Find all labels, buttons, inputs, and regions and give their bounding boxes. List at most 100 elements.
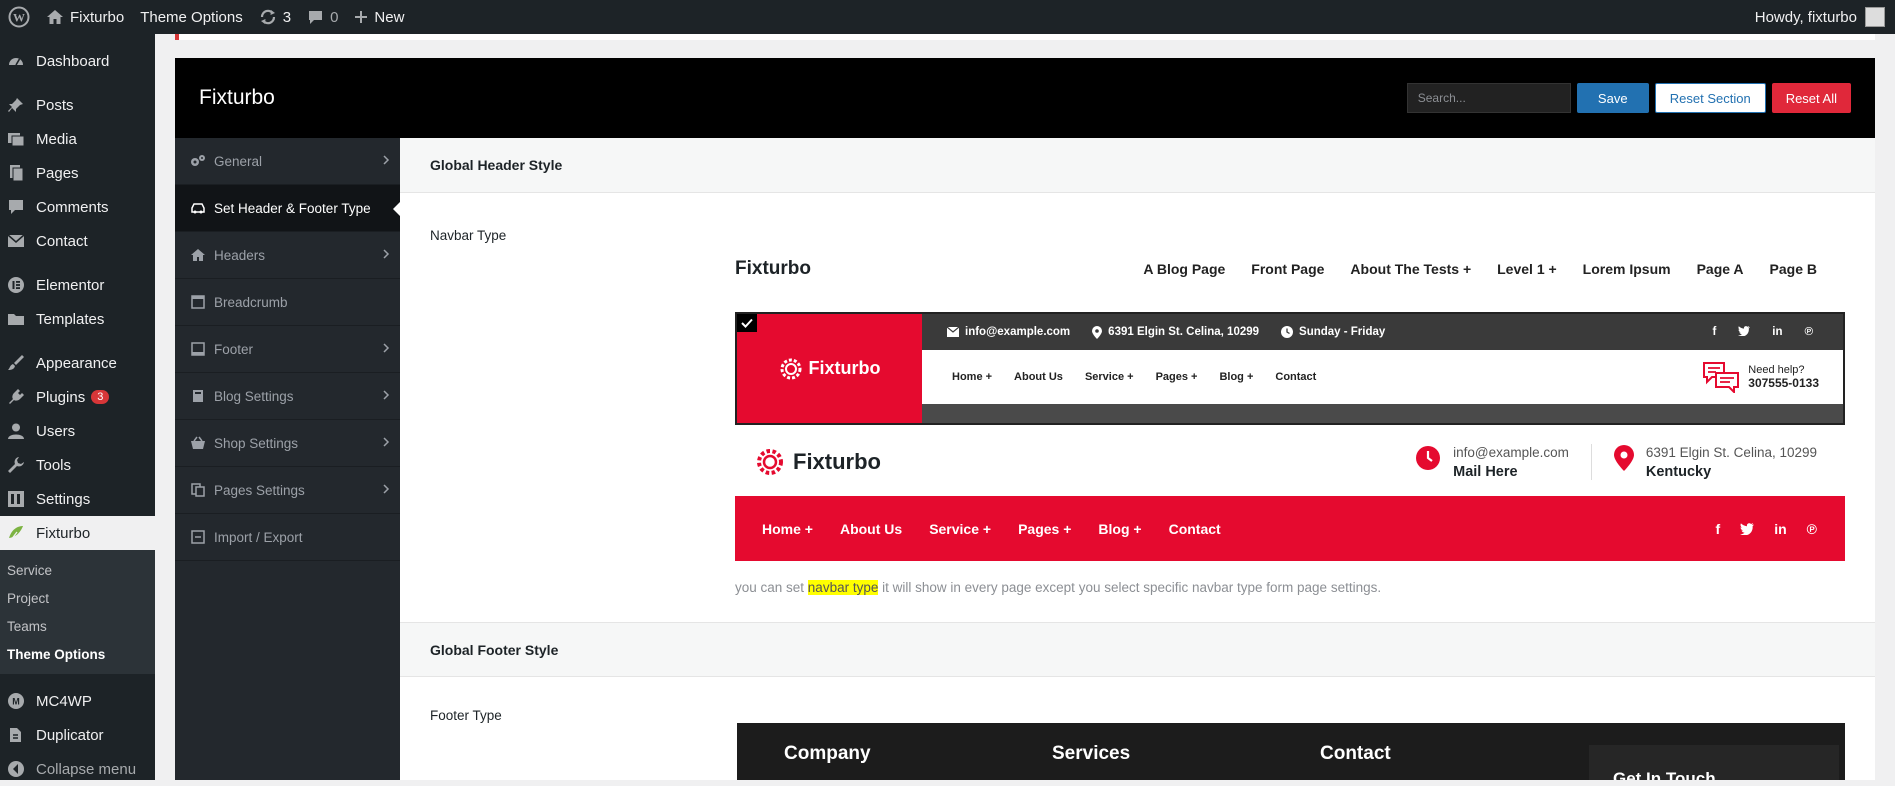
nav-blog-settings[interactable]: Blog Settings [175,373,400,420]
nav3-logo-block: Fixturbo [755,447,881,477]
comment-icon [309,10,323,24]
nav-set-header-footer-type[interactable]: Set Header & Footer Type [175,185,400,232]
nav2-menubar: Home + About Us Service + Pages + Blog +… [922,350,1843,404]
nav1-logo: Fixturbo [735,258,811,279]
navbar-help-text: you can set navbar type it will show in … [735,580,1381,595]
site-name-link[interactable]: Fixturbo [38,0,132,34]
footer-option-1[interactable]: Company Services Contact Get In Touch [737,723,1845,780]
menu-dashboard[interactable]: Dashboard [0,44,155,78]
menu-label: Duplicator [36,726,104,744]
nav3-menu-item: Home + [762,520,813,537]
nav1-link: Page B [1769,261,1817,277]
collapse-icon [6,759,26,779]
menu-label: Pages [36,164,79,182]
checkmark-icon [737,314,757,332]
twitter-icon [1738,326,1751,338]
nav2-address: 6391 Elgin St. Celina, 10299 [1108,326,1260,338]
menu-users[interactable]: Users [0,414,155,448]
new-label: New [374,8,405,26]
nav2-logo-block: Fixturbo [737,314,922,423]
menu-mc4wp[interactable]: M MC4WP [0,684,155,718]
updates-link[interactable]: 3 [251,0,299,34]
menu-posts[interactable]: Posts [0,88,155,122]
plugins-update-badge: 3 [91,390,110,404]
menu-appearance[interactable]: Appearance [0,346,155,380]
menu-comments[interactable]: Comments [0,190,155,224]
nav-import-export[interactable]: Import / Export [175,514,400,561]
menu-contact[interactable]: Contact [0,224,155,258]
reset-section-button[interactable]: Reset Section [1654,83,1766,113]
menu-pages[interactable]: Pages [0,156,155,190]
admin-notice [175,34,1875,40]
nav3-address-sub: Kentucky [1645,463,1712,480]
nav-general[interactable]: General [175,138,400,185]
nav-shop-settings[interactable]: Shop Settings [175,420,400,467]
submenu-project[interactable]: Project [0,584,155,612]
home-icon [190,248,206,262]
pinterest-icon: ℗ [1804,326,1813,338]
site-name: Fixturbo [70,8,125,26]
my-account[interactable]: Howdy, fixturbo [1755,7,1895,27]
footer-col-contact: Contact [1320,743,1391,764]
nav-headers[interactable]: Headers [175,232,400,279]
navbar-option-2[interactable]: Fixturbo info@example.com 6391 Elgin St.… [735,312,1845,425]
nav-label: Pages Settings [214,482,305,498]
nav-label: Set Header & Footer Type [214,200,371,216]
footer-section-title: Global Footer Style [400,622,1875,677]
elementor-icon [6,275,26,295]
gear-logo-icon [757,449,783,475]
pages-icon [6,163,26,183]
menu-media[interactable]: Media [0,122,155,156]
comments-link[interactable]: 0 [299,0,346,34]
menu-templates[interactable]: Templates [0,302,155,336]
nav2-topbar: info@example.com 6391 Elgin St. Celina, … [922,314,1843,350]
options-search-input[interactable]: Search... [1406,83,1571,113]
nav-label: Shop Settings [214,435,299,451]
menu-label: Plugins [36,388,86,406]
nav2-background-strip [922,404,1843,423]
menu-plugins[interactable]: Plugins 3 [0,380,155,414]
home-icon [47,10,63,24]
panel-title: Fixturbo [199,86,275,109]
menu-tools[interactable]: Tools [0,448,155,482]
help-text-part: it will show in every page except you se… [878,580,1382,595]
new-content-link[interactable]: New [346,0,412,34]
footer-type-label: Footer Type [430,708,502,723]
nav3-email-sub: Mail Here [1453,463,1518,480]
nav2-help-title: Need help? [1748,364,1805,376]
menu-settings[interactable]: Settings [0,482,155,516]
nav3-address-info: 6391 Elgin St. Celina, 10299 Kentucky [1613,444,1817,480]
submenu-service[interactable]: Service [0,556,155,584]
nav-breadcrumb[interactable]: Breadcrumb [175,279,400,326]
menu-fixturbo[interactable]: Fixturbo [0,516,156,550]
pin-icon [6,95,26,115]
reset-all-button[interactable]: Reset All [1771,83,1851,113]
facebook-icon: f [1712,326,1717,338]
howdy-text: Howdy, fixturbo [1754,8,1857,26]
menu-label: Posts [36,96,74,114]
mc4wp-icon: M [6,691,26,711]
menu-duplicator[interactable]: Duplicator [0,718,155,752]
submenu-theme-options[interactable]: Theme Options [0,640,155,668]
panel-header: Fixturbo Search... Save Reset Section Re… [175,58,1875,138]
menu-collapse[interactable]: Collapse menu [0,752,155,786]
save-button[interactable]: Save [1576,83,1649,113]
theme-options-link[interactable]: Theme Options [132,0,251,34]
admin-bar: W Fixturbo Theme Options 3 0 New Howdy, … [0,0,1895,34]
twitter-icon [1740,522,1755,535]
media-icon [6,129,26,149]
menu-label: Media [36,130,77,148]
nav-footer[interactable]: Footer [175,326,400,373]
nav2-menu-item: Blog + [1219,371,1254,383]
nav-pages-settings[interactable]: Pages Settings [175,467,400,514]
nav1-link: Page A [1696,261,1744,277]
submenu-teams[interactable]: Teams [0,612,155,640]
wordpress-logo-button[interactable]: W [0,0,38,34]
navbar-option-1[interactable]: Fixturbo A Blog Page Front Page About Th… [735,238,1835,300]
mail-icon [6,231,26,251]
fixturbo-icon [6,523,26,543]
comments-count: 0 [330,8,339,26]
menu-elementor[interactable]: Elementor [0,268,155,302]
nav2-menu-item: Service + [1084,371,1134,383]
navbar-option-3[interactable]: Fixturbo info@example.com Mail Here 6391 … [735,433,1845,571]
